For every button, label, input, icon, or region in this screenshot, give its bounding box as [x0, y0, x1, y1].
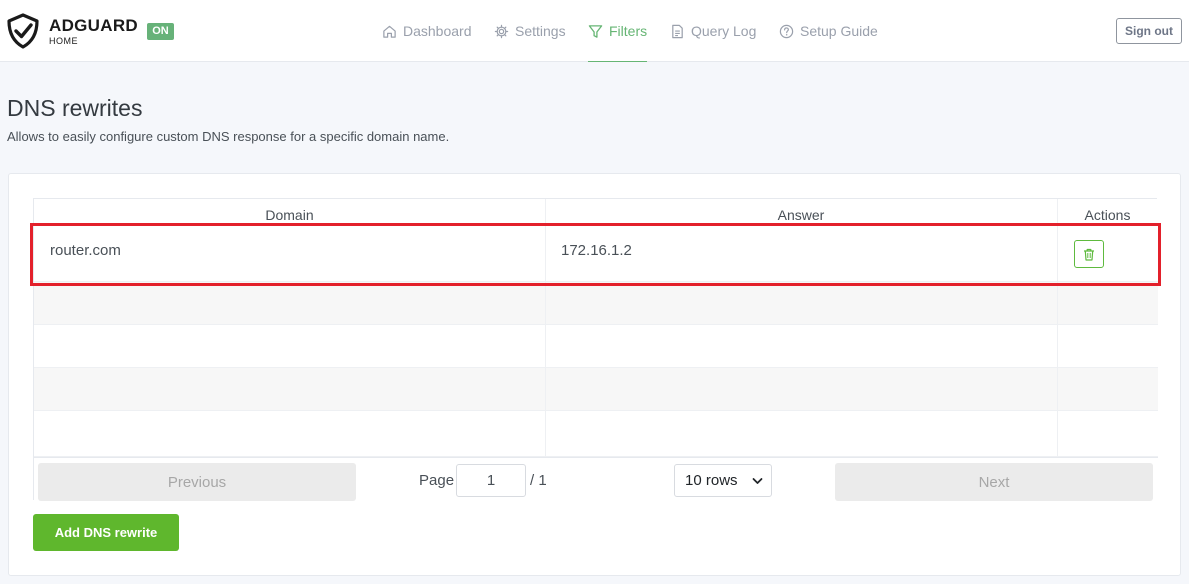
nav-label: Setup Guide: [800, 23, 878, 39]
answer-cell: 172.16.1.2: [561, 242, 632, 259]
empty-table-row: [34, 368, 1158, 411]
column-header-answer[interactable]: Answer: [545, 199, 1057, 225]
page-description: Allows to easily configure custom DNS re…: [7, 129, 450, 144]
nav-label: Settings: [515, 23, 566, 39]
table-row: router.com 172.16.1.2: [34, 225, 1158, 282]
trash-icon: [1084, 248, 1094, 261]
page-total: / 1: [530, 472, 547, 489]
empty-table-row: [34, 411, 1158, 457]
nav-label: Filters: [609, 23, 648, 39]
nav-label: Query Log: [691, 23, 757, 39]
table-header: Domain Answer Actions: [34, 199, 1158, 225]
main-nav: Dashboard Settings Filters Query Log Set…: [0, 0, 1189, 62]
gear-icon: [494, 24, 509, 38]
rows-per-page-select[interactable]: 10 rows: [674, 464, 772, 497]
page-title: DNS rewrites: [7, 95, 143, 121]
delete-rewrite-button[interactable]: [1074, 240, 1104, 268]
empty-table-row: [34, 282, 1158, 325]
empty-table-row: [34, 325, 1158, 368]
page-label: Page: [419, 472, 455, 489]
nav-filters[interactable]: Filters: [588, 0, 648, 62]
column-header-actions: Actions: [1084, 207, 1131, 223]
rows-per-page-value: 10 rows: [685, 472, 738, 489]
previous-page-button[interactable]: Previous: [38, 463, 356, 501]
column-header-domain[interactable]: Domain: [34, 199, 545, 225]
nav-settings[interactable]: Settings: [494, 0, 566, 62]
filter-icon: [588, 24, 603, 38]
sign-out-button[interactable]: Sign out: [1116, 18, 1182, 44]
pagination-bar: Previous Page / 1 10 rows Next: [34, 457, 1158, 501]
nav-label: Dashboard: [403, 23, 472, 39]
chevron-down-icon: [752, 478, 763, 484]
domain-cell: router.com: [50, 242, 121, 259]
nav-setup-guide[interactable]: Setup Guide: [779, 0, 878, 62]
column-divider: [545, 199, 546, 457]
page-number-input[interactable]: [456, 464, 526, 497]
nav-query-log[interactable]: Query Log: [670, 0, 756, 62]
next-page-button[interactable]: Next: [835, 463, 1153, 501]
column-divider: [1057, 199, 1058, 457]
add-dns-rewrite-button[interactable]: Add DNS rewrite: [33, 514, 179, 551]
top-header: ADGUARD HOME ON Dashboard Settings Filte…: [0, 0, 1189, 62]
nav-dashboard[interactable]: Dashboard: [382, 0, 472, 62]
home-icon: [383, 25, 396, 38]
dns-rewrites-card: Domain Answer Actions router.com 172.16.…: [8, 173, 1181, 576]
help-circle-icon: [779, 24, 794, 38]
document-icon: [672, 24, 683, 38]
dns-rewrites-table: Domain Answer Actions router.com 172.16.…: [33, 198, 1158, 501]
